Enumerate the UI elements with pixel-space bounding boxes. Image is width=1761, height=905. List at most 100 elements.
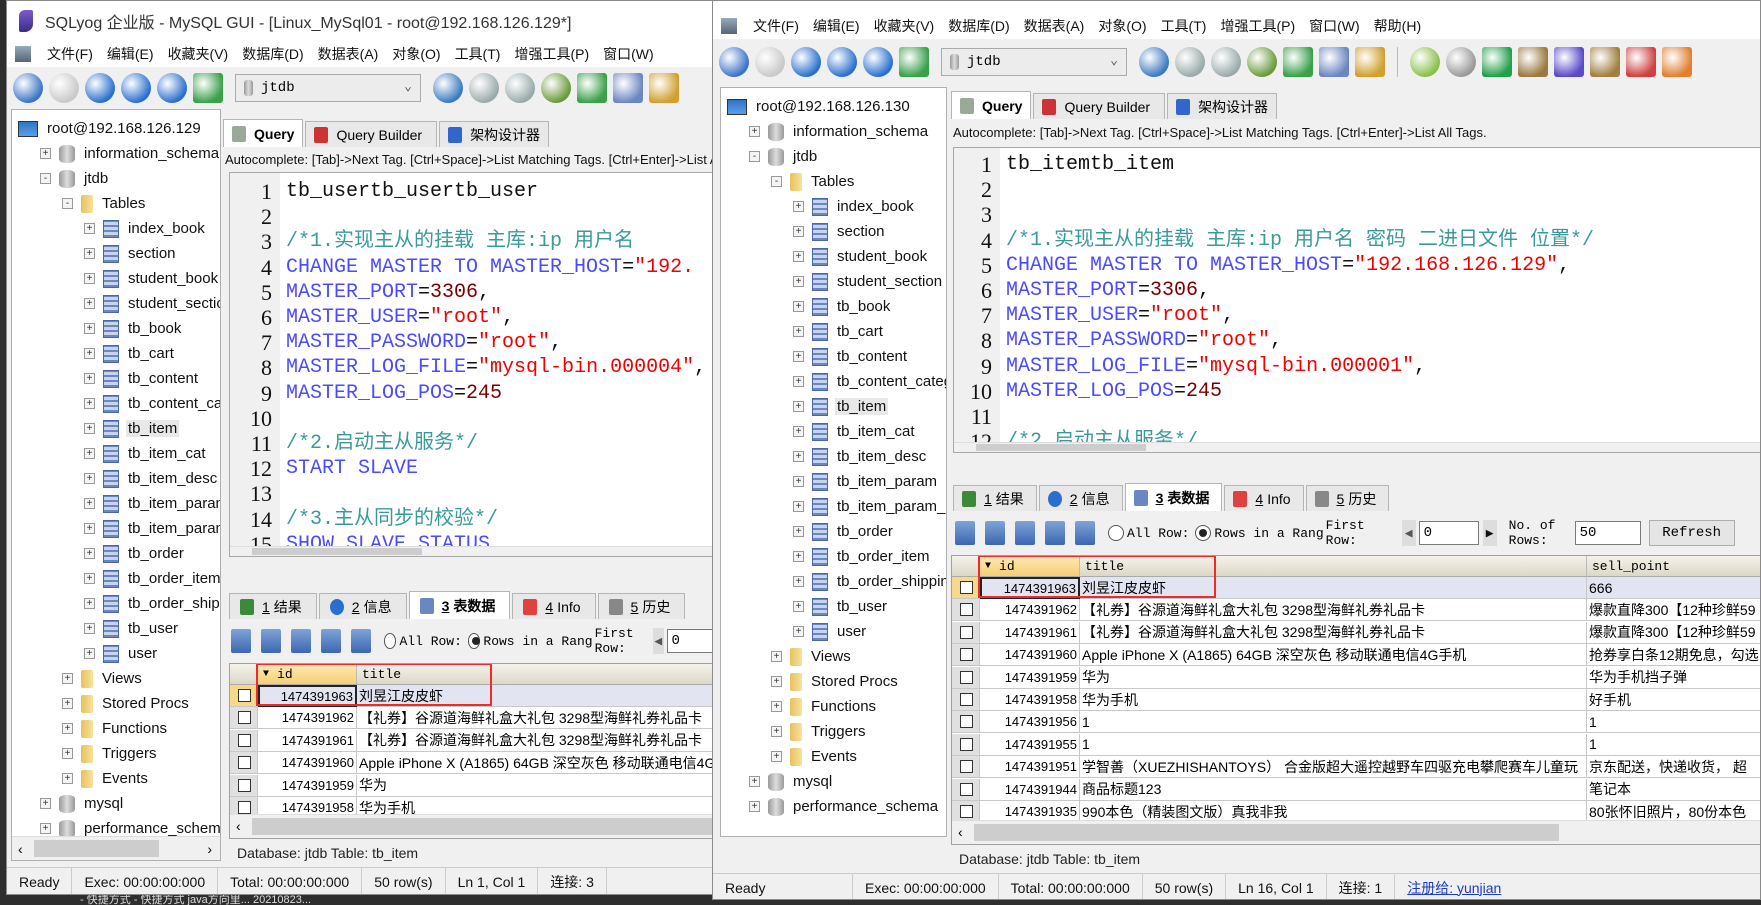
menu-item[interactable]: 收藏夹(V) xyxy=(874,16,935,36)
cell-title[interactable]: 1 xyxy=(1080,711,1587,734)
expand-icon[interactable]: + xyxy=(84,398,95,409)
row-checkbox[interactable] xyxy=(952,599,980,622)
user-manager-icon[interactable] xyxy=(1139,47,1169,77)
tree-item[interactable]: + tb_item_param xyxy=(84,491,220,516)
tab-result-5[interactable]: 5 历史 xyxy=(1305,485,1390,511)
tab-result-5[interactable]: 5 历史 xyxy=(597,593,686,619)
tree-item[interactable]: + tb_item_param_it xyxy=(793,494,946,519)
tab-schema-designer[interactable]: 架构设计器 xyxy=(439,121,550,147)
checkbox[interactable] xyxy=(960,648,973,662)
tree-item[interactable]: + student_section xyxy=(793,269,944,294)
database-select[interactable]: jtdb ⌄ xyxy=(941,48,1127,76)
checkbox[interactable] xyxy=(238,756,251,770)
execute-icon[interactable] xyxy=(85,73,115,103)
first-row-input[interactable]: 0 xyxy=(1418,521,1479,545)
tree-item[interactable]: + Stored Procs xyxy=(62,691,191,716)
table-key-icon[interactable] xyxy=(1355,47,1385,77)
cell-title[interactable]: 【礼券】谷源道海鲜礼盒大礼包 3298型海鲜礼券礼品卡 xyxy=(357,707,712,730)
expand-icon[interactable]: + xyxy=(771,726,782,737)
cell-id[interactable]: 1474391962 xyxy=(980,599,1080,622)
sql-editor[interactable]: 1 tb_usertb_usertb_user 2 3 /*1.实现主从的挂载 主库:i… xyxy=(229,172,713,557)
expand-icon[interactable]: + xyxy=(793,251,804,262)
tab-result-3[interactable]: 3 表数据 xyxy=(1124,483,1223,511)
tab-query[interactable]: Query xyxy=(223,119,304,147)
expand-icon[interactable]: + xyxy=(771,701,782,712)
expand-icon[interactable]: + xyxy=(40,148,51,159)
checkbox[interactable] xyxy=(960,737,973,751)
checkbox[interactable] xyxy=(960,603,973,617)
tab-schema-designer[interactable]: 架构设计器 xyxy=(1167,93,1278,119)
expand-icon[interactable]: + xyxy=(84,448,95,459)
scroll-left-icon[interactable]: ‹ xyxy=(236,818,241,834)
import-icon[interactable] xyxy=(541,73,571,103)
expand-icon[interactable]: + xyxy=(793,451,804,462)
save-icon[interactable] xyxy=(261,629,281,653)
tree-item[interactable]: + tb_item_param xyxy=(84,516,220,541)
tree-item[interactable]: + tb_item xyxy=(84,416,180,441)
expand-icon[interactable]: + xyxy=(84,523,95,534)
cell-id[interactable]: 1474391956 xyxy=(980,711,1080,734)
tree-item[interactable]: + mysql xyxy=(40,791,125,816)
export-icon[interactable] xyxy=(1283,47,1313,77)
row-checkbox[interactable] xyxy=(952,666,980,689)
tab-result-1[interactable]: 1 结果 xyxy=(953,485,1037,511)
cell-title[interactable]: Apple iPhone X (A1865) 64GB 深空灰色 移动联通电信4… xyxy=(1080,644,1587,667)
expand-icon[interactable]: + xyxy=(771,751,782,762)
row-checkbox[interactable] xyxy=(952,756,980,779)
cell-sell-point[interactable]: 华为手机挡子弹 xyxy=(1587,667,1760,689)
tree-item[interactable]: + tb_content xyxy=(84,366,200,391)
delete-row-icon[interactable] xyxy=(291,629,311,653)
tree-item[interactable]: + tb_book xyxy=(84,316,183,341)
insert-row-icon[interactable] xyxy=(231,629,251,653)
menu-item[interactable]: 工具(T) xyxy=(455,44,501,64)
migration-icon[interactable] xyxy=(1518,47,1548,77)
delete-row-icon[interactable] xyxy=(1015,521,1035,545)
tree-item[interactable]: + performance_schema xyxy=(749,794,940,819)
restore-icon[interactable] xyxy=(1211,47,1241,77)
scrollbar-thumb[interactable] xyxy=(252,818,712,835)
user-manager-icon[interactable] xyxy=(433,73,463,103)
tree-item[interactable]: + Views xyxy=(62,666,144,691)
tree-item[interactable]: + section xyxy=(793,219,887,244)
new-query-icon[interactable] xyxy=(755,47,785,77)
backup-icon[interactable] xyxy=(469,73,499,103)
execute-icon[interactable] xyxy=(791,47,821,77)
cell-id[interactable]: 1474391961 xyxy=(980,621,1080,644)
data-sync-icon[interactable] xyxy=(1482,47,1512,77)
expand-icon[interactable]: + xyxy=(84,498,95,509)
tab-result-3[interactable]: 3 表数据 xyxy=(408,591,511,619)
expand-icon[interactable]: + xyxy=(793,376,804,387)
no-of-rows-input[interactable]: 50 xyxy=(1574,521,1641,545)
row-checkbox[interactable] xyxy=(952,733,980,756)
tree-item[interactable]: + user xyxy=(84,641,159,666)
tree-item[interactable]: + Events xyxy=(771,744,859,769)
tab-result-4[interactable]: 4 Info xyxy=(1224,485,1304,511)
expand-icon[interactable]: + xyxy=(84,473,95,484)
cell-title[interactable]: 商品标题123 xyxy=(1080,778,1587,801)
checkbox[interactable] xyxy=(238,689,251,702)
expand-icon[interactable]: + xyxy=(84,623,95,634)
expand-icon[interactable]: + xyxy=(62,673,73,684)
tree-item[interactable]: + information_schema xyxy=(749,119,930,144)
cell-title[interactable]: Apple iPhone X (A1865) 64GB 深空灰色 移动联通电信4… xyxy=(357,752,712,775)
tree-item[interactable]: + index_book xyxy=(84,216,207,241)
connect-icon[interactable] xyxy=(719,47,749,77)
row-checkbox[interactable] xyxy=(952,689,980,711)
checkbox[interactable] xyxy=(960,670,973,684)
checkbox[interactable] xyxy=(238,778,251,792)
tab-result-4[interactable]: 4 Info xyxy=(512,593,596,619)
tree-item[interactable]: + Functions xyxy=(62,716,169,741)
grid-horizontal-scrollbar[interactable]: ‹ xyxy=(952,820,1760,844)
expand-icon[interactable]: + xyxy=(793,526,804,537)
checkbox[interactable] xyxy=(238,733,251,747)
schema-sync-icon[interactable] xyxy=(1446,47,1476,77)
cancel-icon[interactable] xyxy=(321,629,341,653)
expand-icon[interactable]: + xyxy=(793,401,804,412)
tree-item[interactable]: + tb_user xyxy=(793,594,889,619)
row-checkbox[interactable] xyxy=(230,752,258,775)
cell-id[interactable]: 1474391951 xyxy=(980,756,1080,779)
expand-icon[interactable]: + xyxy=(793,551,804,562)
expand-icon[interactable]: + xyxy=(84,573,95,584)
cell-sell-point[interactable]: 爆款直降300【12种珍鲜59 xyxy=(1587,622,1760,644)
checkbox[interactable] xyxy=(238,711,251,725)
